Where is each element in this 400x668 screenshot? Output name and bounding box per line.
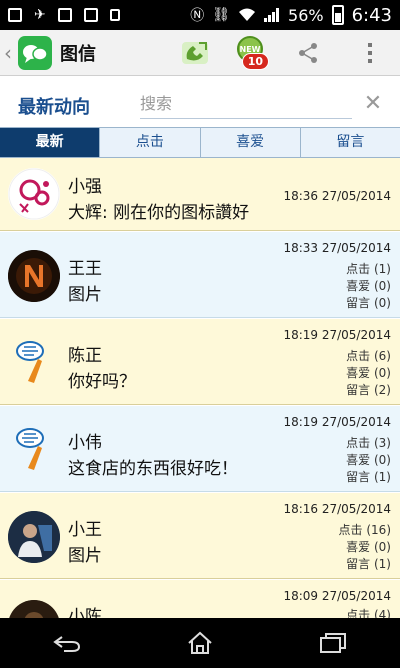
list-item[interactable]: 小陈 18:09 27/05/2014 点击 (4)	[0, 580, 400, 618]
recent-apps-button[interactable]	[308, 623, 358, 663]
clock: 6:43	[351, 4, 392, 26]
like-count: 喜爱 (0)	[346, 540, 391, 554]
list-item[interactable]: 小王 图片 18:16 27/05/2014 点击 (16) 喜爱 (0) 留言…	[0, 493, 400, 579]
clear-icon[interactable]: ✕	[362, 93, 384, 115]
usb-icon: ✈	[34, 7, 46, 23]
app-logo-icon[interactable]	[18, 35, 52, 70]
overflow-menu-button[interactable]	[351, 34, 389, 72]
battery-percent: 56%	[288, 5, 324, 25]
navigation-bar	[0, 618, 400, 668]
back-chevron-icon[interactable]: ‹	[4, 41, 16, 65]
post-message: 图片	[68, 285, 102, 305]
status-bar: ✈ Ⓝ ⛓ 56% 6:43	[0, 0, 400, 30]
search-row: 最新动向 ✕	[0, 77, 400, 127]
click-count: 点击 (6)	[346, 349, 391, 363]
image-icon	[57, 8, 72, 22]
share-button[interactable]	[289, 34, 327, 72]
app-title: 图信	[60, 43, 96, 65]
post-author: 陈正	[68, 346, 102, 366]
post-time: 18:33 27/05/2014	[283, 241, 391, 255]
post-time: 18:36 27/05/2014	[283, 189, 391, 203]
comment-count: 留言 (1)	[346, 470, 391, 484]
tab-comments[interactable]: 留言	[301, 128, 400, 157]
home-icon	[188, 631, 212, 654]
battery-icon	[331, 5, 344, 25]
section-title: 最新动向	[18, 97, 90, 118]
notification-icons: ✈	[8, 7, 120, 23]
post-author: 王王	[68, 259, 102, 279]
post-message: 你好吗？	[68, 372, 136, 392]
like-count: 喜爱 (0)	[346, 366, 391, 380]
wifi-icon	[239, 8, 256, 21]
post-message: 大辉: 刚在你的图标讚好	[68, 203, 250, 223]
share-icon	[299, 43, 317, 63]
click-count: 点击 (1)	[346, 262, 391, 276]
mail-icon	[83, 8, 98, 22]
list-item[interactable]: 小强 大辉: 刚在你的图标讚好 18:36 27/05/2014	[0, 158, 400, 231]
avatar[interactable]	[8, 168, 60, 220]
post-time: 18:16 27/05/2014	[283, 502, 391, 516]
post-author: 小伟	[68, 433, 102, 453]
back-nav-button[interactable]	[42, 623, 92, 663]
post-author: 小王	[68, 520, 102, 540]
post-author: 小强	[68, 177, 102, 197]
list-item[interactable]: 陈正 你好吗？ 18:19 27/05/2014 点击 (6) 喜爱 (0) 留…	[0, 319, 400, 405]
system-icons: Ⓝ ⛓ 56% 6:43	[190, 5, 392, 26]
comment-count: 留言 (1)	[346, 557, 391, 571]
search-input[interactable]	[140, 89, 352, 119]
click-count: 点击 (16)	[338, 523, 391, 537]
new-notifications-button[interactable]: NEW 10	[231, 34, 269, 72]
tab-likes[interactable]: 喜爱	[201, 128, 301, 157]
tab-clicks[interactable]: 点击	[100, 128, 201, 157]
avatar[interactable]	[8, 422, 60, 474]
click-count: 点击 (4)	[346, 608, 391, 618]
post-message: 图片	[68, 546, 102, 566]
like-count: 喜爱 (0)	[346, 279, 391, 293]
comment-count: 留言 (2)	[346, 383, 391, 397]
post-time: 18:09 27/05/2014	[283, 589, 391, 603]
action-bar: ‹ 图信 NEW 10	[0, 30, 400, 76]
link-icon: ⛓	[212, 7, 231, 23]
list-item[interactable]: 王王 图片 18:33 27/05/2014 点击 (1) 喜爱 (0) 留言 …	[0, 232, 400, 318]
post-time: 18:19 27/05/2014	[283, 328, 391, 342]
tab-latest[interactable]: 最新	[0, 128, 101, 157]
overflow-menu-icon	[368, 43, 372, 63]
avatar[interactable]	[8, 511, 60, 563]
like-count: 喜爱 (0)	[346, 453, 391, 467]
comment-count: 留言 (0)	[346, 296, 391, 310]
app-notification-icon	[8, 8, 22, 22]
avatar[interactable]	[8, 600, 60, 618]
sd-card-icon	[109, 9, 120, 21]
post-time: 18:19 27/05/2014	[283, 415, 391, 429]
notification-count-badge: 10	[241, 53, 269, 70]
click-count: 点击 (3)	[346, 436, 391, 450]
post-message: 这食店的东西很好吃！	[68, 459, 238, 479]
phone-icon	[182, 42, 208, 64]
back-nav-icon	[52, 636, 80, 652]
tab-bar: 最新 点击 喜爱 留言	[0, 127, 400, 158]
signal-icon	[264, 8, 280, 22]
home-nav-button[interactable]	[175, 623, 225, 663]
recent-apps-icon	[320, 633, 347, 653]
post-author: 小陈	[68, 607, 102, 618]
avatar[interactable]	[8, 335, 60, 387]
phone-button[interactable]	[176, 34, 214, 72]
feed-list: 小强 大辉: 刚在你的图标讚好 18:36 27/05/2014 王王 图片 1…	[0, 158, 400, 618]
list-item[interactable]: 小伟 这食店的东西很好吃！ 18:19 27/05/2014 点击 (3) 喜爱…	[0, 406, 400, 492]
nfc-icon: Ⓝ	[190, 8, 205, 24]
avatar[interactable]	[8, 250, 60, 302]
